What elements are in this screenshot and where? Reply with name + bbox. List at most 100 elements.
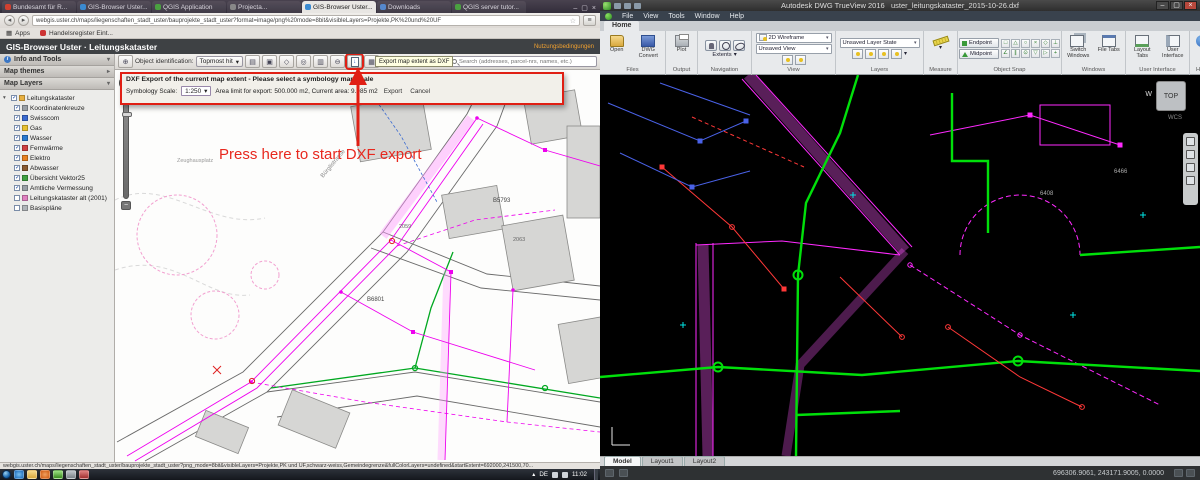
forward-button[interactable]: ▸	[18, 15, 29, 26]
firefox-icon[interactable]	[40, 470, 50, 479]
export-button[interactable]: Export	[382, 88, 404, 95]
status-tool-icon[interactable]	[619, 469, 628, 477]
terms-link[interactable]: Nutzungsbedingungen	[534, 44, 594, 50]
window-maximize-button[interactable]: ▢	[1170, 1, 1183, 10]
layer-checkbox[interactable]: ✓	[14, 145, 20, 151]
layer-item[interactable]: ✓Leitungskataster alt (2001)	[3, 193, 114, 203]
browser-tab[interactable]: Bundesamt für R...	[2, 1, 76, 13]
pan-tool-button[interactable]: ⊕	[118, 55, 133, 68]
menu-window[interactable]: Window	[695, 13, 720, 20]
network-icon[interactable]	[562, 472, 568, 478]
volume-icon[interactable]	[552, 472, 558, 478]
cancel-button[interactable]: Cancel	[408, 88, 432, 95]
pan-icon[interactable]	[705, 40, 717, 51]
layer-tree-root[interactable]: ▾ ✓ Leitungskataster	[3, 93, 114, 103]
snap-mode-button[interactable]: △	[1011, 39, 1020, 48]
snap-mode-button[interactable]: ▽	[1031, 49, 1040, 58]
zoom-slider[interactable]	[123, 103, 129, 199]
zoom-out-button[interactable]: −	[121, 201, 131, 210]
customize-status-icon[interactable]	[1186, 469, 1195, 477]
view-tool-icon[interactable]	[782, 55, 793, 65]
internet-explorer-icon[interactable]	[14, 470, 24, 479]
window-close-button[interactable]: ×	[592, 5, 596, 13]
snap-mode-button[interactable]: □	[1001, 39, 1010, 48]
start-button[interactable]	[2, 470, 11, 479]
window-minimize-button[interactable]: –	[1156, 1, 1169, 10]
layer-checkbox[interactable]: ✓	[14, 125, 20, 131]
layer-item[interactable]: ✓Elektro	[3, 153, 114, 163]
zoom-extents-dropdown[interactable]: Extents	[712, 52, 731, 58]
explorer-folder-icon[interactable]	[27, 470, 37, 479]
user-interface-button[interactable]: User Interface	[1159, 32, 1188, 65]
snap-mode-button[interactable]: ⊥	[1051, 39, 1060, 48]
layout1-tab[interactable]: Layout1	[642, 456, 683, 466]
layer-state-select[interactable]: Unsaved Layer State ▾	[840, 38, 920, 48]
snap-mode-button[interactable]: +	[1051, 49, 1060, 58]
bookmark-star-icon[interactable]: ☆	[570, 17, 576, 25]
app-window-icon[interactable]	[66, 470, 76, 479]
browser-tab[interactable]: Projecta...	[227, 1, 301, 13]
qat-undo-icon[interactable]	[634, 3, 641, 9]
layer-isolate-icon[interactable]	[891, 49, 902, 59]
endpoint-snap-button[interactable]: Endpoint	[959, 38, 999, 48]
pan-icon[interactable]	[1186, 150, 1195, 159]
layer-item[interactable]: ✓Abwasser	[3, 163, 114, 173]
snap-mode-button[interactable]: ×	[1031, 39, 1040, 48]
layer-item[interactable]: ✓Koordinatenkreuze	[3, 103, 114, 113]
show-desktop-button[interactable]	[594, 469, 598, 480]
menu-view[interactable]: View	[643, 13, 658, 20]
layer-checkbox[interactable]: ✓	[14, 115, 20, 121]
layer-item[interactable]: ✓Fernwärme	[3, 143, 114, 153]
browser-tab[interactable]: QGIS Application	[152, 1, 226, 13]
address-bar[interactable]: webgis.uster.ch/maps/liegenschaften_stad…	[32, 15, 580, 26]
menu-tools[interactable]: Tools	[668, 13, 684, 20]
browser-tab[interactable]: QGIS server tutor...	[452, 1, 526, 13]
layout-tabs-button[interactable]: Layout Tabs	[1128, 32, 1157, 65]
browser-menu-button[interactable]: ≡	[583, 15, 596, 26]
plot-button[interactable]: Plot	[668, 32, 695, 65]
bookmark-apps[interactable]: ▦Apps	[6, 29, 30, 37]
orbit-icon[interactable]	[733, 40, 745, 51]
layer-item[interactable]: ✓Swisscom	[3, 113, 114, 123]
layers-tool-button[interactable]: ▥	[313, 55, 328, 68]
menu-help[interactable]: Help	[730, 13, 744, 20]
open-button[interactable]: Open	[602, 32, 632, 65]
map-viewport[interactable]: ⊕ Object identification: Topmost hit ▾ ▤…	[115, 54, 600, 462]
layer-checkbox[interactable]: ✓	[14, 155, 20, 161]
menu-file[interactable]: File	[622, 13, 633, 20]
snap-mode-button[interactable]: ○	[1021, 39, 1030, 48]
view-tool-icon[interactable]	[795, 55, 806, 65]
layout2-tab[interactable]: Layout2	[684, 456, 725, 466]
layer-item[interactable]: ✓Amtliche Vermessung	[3, 183, 114, 193]
browser-tab-active[interactable]: GIS-Browser Uster...	[302, 1, 376, 13]
orbit-icon[interactable]	[1186, 176, 1195, 185]
zoom-icon[interactable]	[1186, 163, 1195, 172]
measure-button[interactable]: ▾	[926, 32, 955, 65]
back-button[interactable]: ◂	[4, 15, 15, 26]
snap-mode-button[interactable]: ∠	[1001, 49, 1010, 58]
measure-tool-button[interactable]: ▣	[262, 55, 277, 68]
dwg-convert-button[interactable]: DWG Convert	[634, 32, 664, 65]
info-tools-header[interactable]: i Info and Tools ▾	[0, 54, 114, 66]
layer-onoff-icon[interactable]	[852, 49, 863, 59]
navigation-bar[interactable]	[1183, 133, 1198, 205]
snap-mode-button[interactable]: ⊙	[1021, 49, 1030, 58]
trueview-logo-icon[interactable]	[603, 2, 611, 10]
browser-tab[interactable]: GIS-Browser Uster...	[77, 1, 151, 13]
midpoint-snap-button[interactable]: Midpoint	[959, 49, 999, 59]
object-id-select[interactable]: Topmost hit ▾	[196, 56, 244, 67]
marker-tool-button[interactable]: ◎	[296, 55, 311, 68]
map-layers-header[interactable]: Map Layers ▾	[0, 78, 114, 90]
layer-item[interactable]: ✓Gas	[3, 123, 114, 133]
file-tabs-button[interactable]: File Tabs	[1095, 32, 1124, 65]
app-menu-icon[interactable]	[605, 13, 612, 20]
status-tool-icon[interactable]	[605, 469, 614, 477]
layer-checkbox[interactable]: ✓	[14, 165, 20, 171]
window-minimize-button[interactable]: –	[573, 5, 577, 13]
snap-mode-button[interactable]: ∥	[1011, 49, 1020, 58]
layer-freeze-icon[interactable]	[865, 49, 876, 59]
layer-checkbox[interactable]: ✓	[14, 195, 20, 201]
clock[interactable]: 11:02	[572, 471, 587, 478]
zoom-icon[interactable]	[719, 40, 731, 51]
ribbon-tab-home[interactable]: Home	[604, 21, 639, 31]
